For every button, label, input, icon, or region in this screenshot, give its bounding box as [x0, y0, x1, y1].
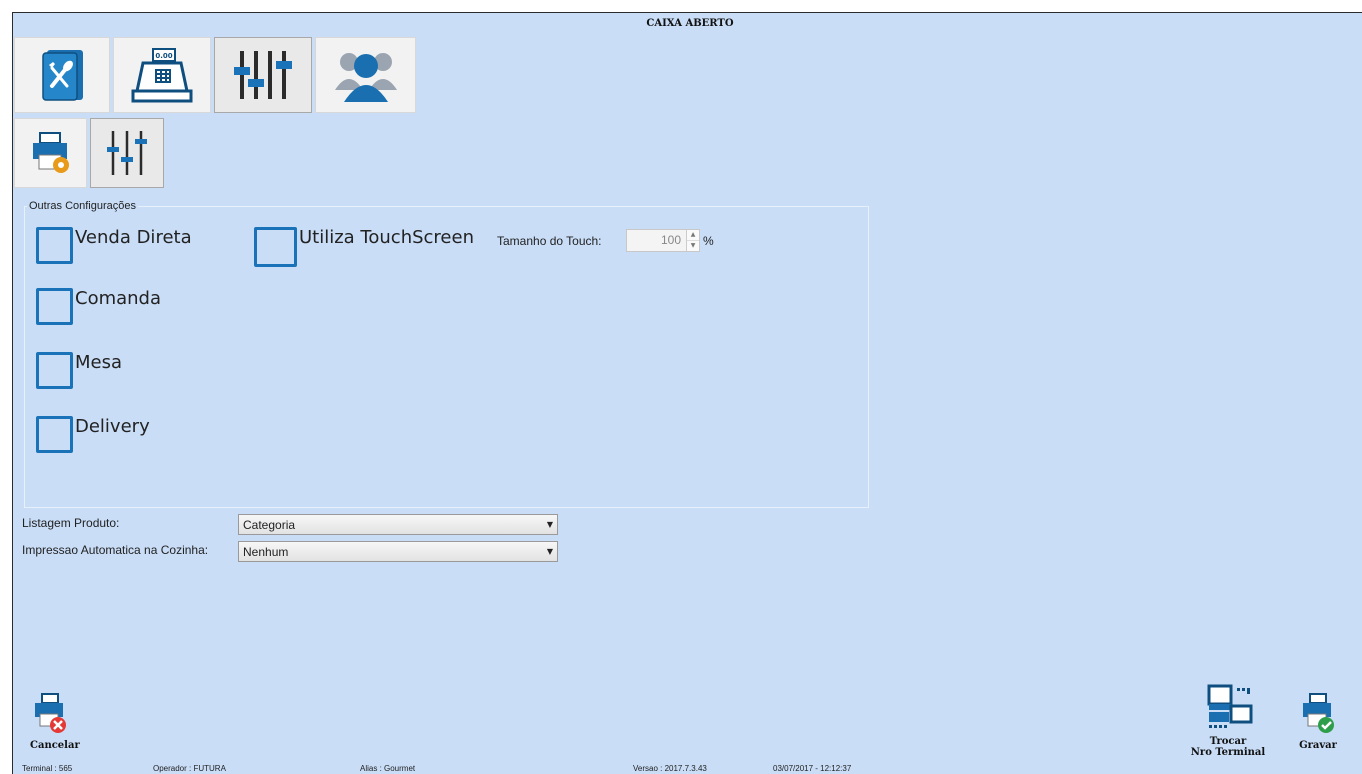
network-terminal-icon — [1207, 684, 1253, 728]
change-terminal-button[interactable]: Trocar Nro Terminal — [1188, 684, 1268, 758]
checkbox-label: Utiliza TouchScreen — [299, 227, 474, 248]
change-terminal-label-1: Trocar — [1209, 736, 1247, 747]
tab-caixa[interactable]: 0.00 — [113, 37, 211, 113]
stepper-down-icon[interactable]: ▼ — [687, 240, 699, 251]
checkbox-label: Delivery — [75, 416, 150, 437]
group-legend: Outras Configurações — [27, 200, 138, 212]
status-datetime: 03/07/2017 - 12:12:37 — [773, 764, 852, 773]
status-alias: Alias : Gourmet — [360, 764, 416, 773]
printer-save-icon — [1303, 693, 1334, 733]
menu-book-icon — [42, 50, 83, 101]
stepper-up-icon[interactable]: ▲ — [687, 230, 699, 240]
checkbox-box[interactable] — [36, 352, 73, 389]
impressao-select[interactable]: Nenhum ▼ — [238, 541, 558, 562]
touch-size-unit: % — [703, 234, 714, 248]
touchscreen-checkbox[interactable]: Utiliza TouchScreen — [254, 227, 474, 267]
status-terminal: Terminal : 565 — [22, 764, 73, 773]
checkbox-label: Comanda — [75, 288, 162, 309]
save-button[interactable]: Gravar — [1296, 692, 1340, 751]
status-version: Versao : 2017.7.3.43 — [633, 764, 707, 773]
checkbox-label: Mesa — [75, 352, 123, 373]
frame-vline — [12, 12, 13, 774]
checkbox-box[interactable] — [36, 288, 73, 325]
printer-cancel-icon — [35, 693, 66, 733]
delivery-checkbox[interactable]: Delivery — [36, 416, 150, 453]
svg-text:0.00: 0.00 — [155, 52, 172, 60]
printer-settings-icon — [32, 132, 69, 173]
window-left-border — [0, 0, 12, 774]
window-top-border — [0, 0, 1362, 12]
chevron-down-icon[interactable]: ▼ — [543, 547, 557, 556]
tab-impressoras[interactable] — [14, 118, 87, 188]
tab-usuarios[interactable] — [315, 37, 416, 113]
checkbox-box[interactable] — [254, 227, 297, 267]
tab-configuracoes[interactable] — [214, 37, 312, 113]
cancel-label: Cancelar — [30, 740, 80, 751]
status-operator: Operador : FUTURA — [153, 764, 226, 773]
checkbox-box[interactable] — [36, 416, 73, 453]
cancel-button[interactable]: Cancelar — [30, 692, 80, 751]
venda-direta-checkbox[interactable]: Venda Direta — [36, 227, 192, 264]
checkbox-label: Venda Direta — [75, 227, 192, 248]
listagem-select[interactable]: Categoria ▼ — [238, 514, 558, 535]
sliders-icon — [234, 51, 292, 99]
tab-menu[interactable] — [14, 37, 110, 113]
mesa-checkbox[interactable]: Mesa — [36, 352, 122, 389]
sliders-icon — [107, 131, 147, 175]
cash-register-icon: 0.00 — [131, 48, 193, 103]
chevron-down-icon[interactable]: ▼ — [543, 520, 557, 529]
users-icon — [334, 53, 397, 102]
window-title: CAIXA ABERTO — [646, 18, 734, 29]
tab-outras-config[interactable] — [90, 118, 164, 188]
impressao-label: Impressao Automatica na Cozinha: — [22, 543, 209, 557]
listagem-label: Listagem Produto: — [22, 516, 120, 530]
frame-line — [12, 12, 1362, 13]
comanda-checkbox[interactable]: Comanda — [36, 288, 161, 325]
touch-size-value[interactable]: 100 — [627, 230, 686, 251]
save-label: Gravar — [1299, 740, 1337, 751]
listagem-value: Categoria — [243, 517, 296, 532]
touch-size-label: Tamanho do Touch: — [497, 234, 602, 248]
touch-size-stepper[interactable]: 100 ▲ ▼ — [626, 229, 700, 252]
change-terminal-label-2: Nro Terminal — [1190, 747, 1266, 758]
impressao-value: Nenhum — [243, 544, 289, 559]
checkbox-box[interactable] — [36, 227, 73, 264]
